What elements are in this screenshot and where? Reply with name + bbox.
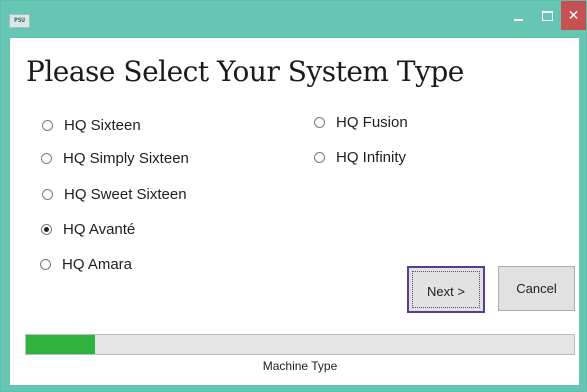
radio-hq-sweet-sixteen[interactable]: HQ Sweet Sixteen <box>42 186 187 203</box>
radio-label: HQ Fusion <box>336 114 408 131</box>
radio-label: HQ Simply Sixteen <box>63 150 189 167</box>
maximize-icon <box>541 11 553 21</box>
radio-circle-icon <box>41 153 52 164</box>
radio-label: HQ Avanté <box>63 221 136 238</box>
close-icon: ✕ <box>567 7 580 24</box>
radio-hq-sixteen[interactable]: HQ Sixteen <box>42 117 141 134</box>
radio-hq-fusion[interactable]: HQ Fusion <box>314 114 408 131</box>
maximize-button[interactable] <box>533 1 561 31</box>
radio-hq-infinity[interactable]: HQ Infinity <box>314 149 406 166</box>
progress-fill <box>26 335 95 354</box>
progress-bar <box>25 334 575 355</box>
installer-window: PSU ✕ Please Select Your System Type HQ … <box>0 0 587 392</box>
radio-dot-icon <box>44 227 49 232</box>
content-area: Please Select Your System Type HQ Sixtee… <box>10 38 579 385</box>
close-button[interactable]: ✕ <box>561 1 586 30</box>
radio-hq-simply-sixteen[interactable]: HQ Simply Sixteen <box>41 150 189 167</box>
radio-circle-icon <box>314 117 325 128</box>
page-title: Please Select Your System Type <box>26 55 464 88</box>
cancel-button[interactable]: Cancel <box>498 266 575 311</box>
radio-circle-icon <box>42 189 53 200</box>
radio-circle-icon <box>42 120 53 131</box>
radio-circle-icon <box>40 259 51 270</box>
radio-circle-icon <box>314 152 325 163</box>
minimize-button[interactable] <box>503 1 533 31</box>
app-icon: PSU <box>9 14 30 28</box>
radio-label: HQ Infinity <box>336 149 407 166</box>
next-button[interactable]: Next > <box>407 266 485 313</box>
radio-label: HQ Sweet Sixteen <box>64 186 187 203</box>
title-bar[interactable]: PSU ✕ <box>1 1 586 38</box>
radio-hq-amara[interactable]: HQ Amara <box>40 256 132 273</box>
radio-hq-avante[interactable]: HQ Avanté <box>41 221 135 238</box>
progress-status-label: Machine Type <box>262 359 338 373</box>
minimize-icon <box>513 19 523 21</box>
radio-label: HQ Amara <box>62 256 133 273</box>
radio-label: HQ Sixteen <box>64 117 141 134</box>
radio-circle-icon <box>41 224 52 235</box>
